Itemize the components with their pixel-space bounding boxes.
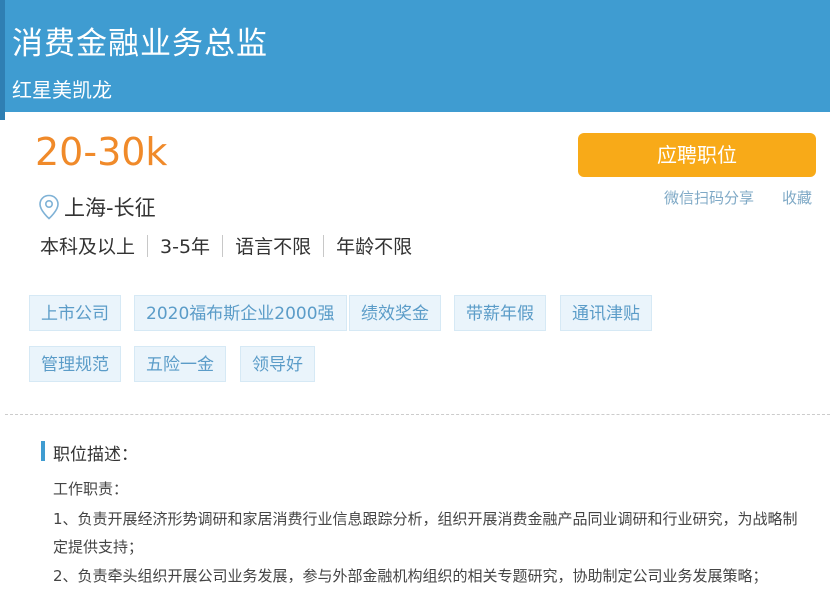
- tag-paid-leave: 带薪年假: [454, 295, 546, 331]
- apply-button[interactable]: 应聘职位: [578, 133, 816, 177]
- description-line: 1、负责开展经济形势调研和家居消费行业信息跟踪分析，组织开展消费金融产品同业调研…: [53, 510, 798, 528]
- description-accent-bar: [41, 441, 45, 461]
- job-title: 消费金融业务总监: [12, 26, 268, 62]
- requirement-divider: [323, 234, 325, 257]
- requirement-education: 本科及以上: [40, 236, 136, 258]
- requirement-divider: [222, 234, 224, 257]
- tag-good-leadership: 领导好: [240, 346, 315, 382]
- tag-performance-bonus: 绩效奖金: [349, 295, 441, 331]
- section-divider: [5, 414, 830, 415]
- map-pin-icon: [39, 194, 59, 220]
- job-location: 上海-长征: [38, 193, 156, 221]
- requirement-experience: 3-5年: [160, 236, 211, 258]
- job-header: 消费金融业务总监 红星美凯龙: [0, 0, 830, 120]
- wechat-share-link[interactable]: 微信扫码分享: [664, 187, 754, 208]
- tag-social-insurance: 五险一金: [134, 346, 226, 382]
- tag-communication-allowance: 通讯津贴: [560, 295, 652, 331]
- requirement-age: 年龄不限: [336, 236, 413, 258]
- tag-listed-company: 上市公司: [29, 295, 121, 331]
- requirement-language: 语言不限: [235, 236, 312, 258]
- job-requirements: 本科及以上 3-5年 语言不限 年龄不限: [40, 232, 412, 259]
- location-text: 上海-长征: [64, 196, 156, 220]
- salary-range: 20-30k: [35, 130, 168, 174]
- header-accent-bar: [0, 0, 5, 120]
- company-name[interactable]: 红星美凯龙: [12, 74, 112, 103]
- description-line: 工作职责：: [53, 480, 129, 498]
- tag-standard-management: 管理规范: [29, 346, 121, 382]
- tag-forbes-2000: 2020福布斯企业2000强: [134, 295, 347, 331]
- description-title: 职位描述：: [53, 445, 138, 465]
- requirement-divider: [147, 234, 149, 257]
- favorite-link[interactable]: 收藏: [782, 187, 812, 208]
- description-line: 定提供支持；: [53, 538, 144, 556]
- description-line: 2、负责牵头组织开展公司业务发展，参与外部金融机构组织的相关专题研究，协助制定公…: [53, 567, 768, 585]
